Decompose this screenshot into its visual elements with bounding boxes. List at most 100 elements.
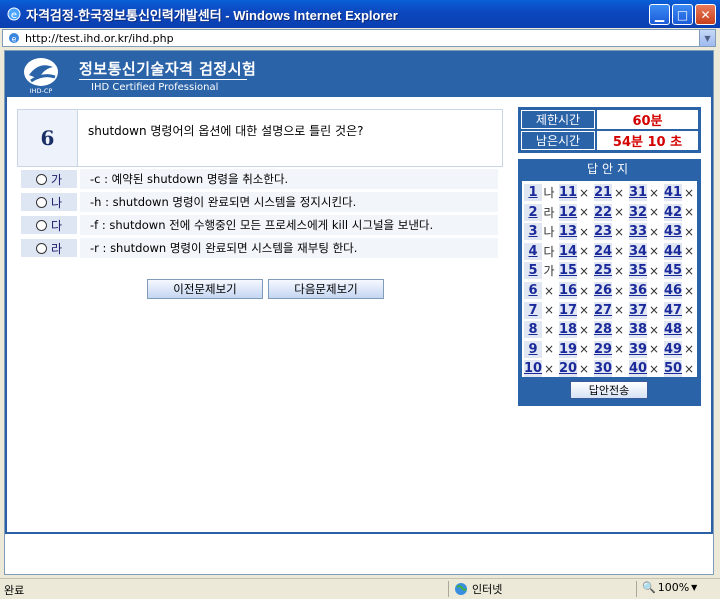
next-question-button[interactable]: 다음문제보기 <box>268 279 384 299</box>
answer-cell[interactable]: 11 × <box>559 183 593 202</box>
answer-number-link[interactable]: 48 <box>664 321 682 339</box>
answer-number-link[interactable]: 6 <box>524 282 542 299</box>
answer-cell[interactable]: 49 × <box>664 340 698 359</box>
answer-number-link[interactable]: 24 <box>594 242 612 260</box>
answer-cell[interactable]: 48 × <box>664 320 698 339</box>
answer-number-link[interactable]: 30 <box>594 360 612 378</box>
answer-number-link[interactable]: 50 <box>664 360 682 378</box>
answer-cell[interactable]: 50 × <box>664 359 698 378</box>
answer-number-link[interactable]: 7 <box>524 301 542 319</box>
answer-number-link[interactable]: 5 <box>524 262 542 280</box>
answer-cell[interactable]: 12 × <box>559 203 593 222</box>
answer-cell[interactable]: 16 × <box>559 281 593 300</box>
answer-cell[interactable]: 6 × <box>524 281 558 300</box>
answer-number-link[interactable]: 37 <box>629 301 647 319</box>
answer-number-link[interactable]: 12 <box>559 203 577 221</box>
answer-number-link[interactable]: 36 <box>629 282 647 299</box>
answer-cell[interactable]: 36 × <box>629 281 663 300</box>
answer-cell[interactable]: 23 × <box>594 222 628 241</box>
answer-cell[interactable]: 31 × <box>629 183 663 202</box>
answer-number-link[interactable]: 1 <box>524 184 542 201</box>
answer-cell[interactable]: 3나 <box>524 222 558 241</box>
option-ga-radio[interactable]: 가 <box>20 169 78 189</box>
answer-cell[interactable]: 15 × <box>559 261 593 280</box>
answer-number-link[interactable]: 32 <box>629 203 647 221</box>
answer-cell[interactable]: 27 × <box>594 301 628 320</box>
answer-cell[interactable]: 18 × <box>559 320 593 339</box>
answer-cell[interactable]: 9 × <box>524 340 558 359</box>
answer-cell[interactable]: 47 × <box>664 301 698 320</box>
answer-cell[interactable]: 17 × <box>559 301 593 320</box>
answer-cell[interactable]: 46 × <box>664 281 698 300</box>
answer-cell[interactable]: 45 × <box>664 261 698 280</box>
answer-number-link[interactable]: 28 <box>594 321 612 339</box>
answer-number-link[interactable]: 45 <box>664 262 682 280</box>
answer-number-link[interactable]: 18 <box>559 321 577 339</box>
answer-cell[interactable]: 26 × <box>594 281 628 300</box>
answer-cell[interactable]: 32 × <box>629 203 663 222</box>
answer-number-link[interactable]: 25 <box>594 262 612 280</box>
answer-number-link[interactable]: 14 <box>559 242 577 260</box>
answer-number-link[interactable]: 47 <box>664 301 682 319</box>
answer-cell[interactable]: 34 × <box>629 242 663 261</box>
submit-answers-button[interactable]: 답안전송 <box>570 381 648 399</box>
answer-cell[interactable]: 4다 <box>524 242 558 261</box>
answer-cell[interactable]: 43 × <box>664 222 698 241</box>
window-titlebar[interactable]: e 자격검정-한국정보통신인력개발센터 - Windows Internet E… <box>0 0 720 28</box>
answer-number-link[interactable]: 38 <box>629 321 647 339</box>
answer-number-link[interactable]: 42 <box>664 203 682 221</box>
answer-number-link[interactable]: 11 <box>559 184 577 201</box>
answer-cell[interactable]: 22 × <box>594 203 628 222</box>
answer-number-link[interactable]: 34 <box>629 242 647 260</box>
address-dropdown-button[interactable]: ▼ <box>699 30 715 46</box>
minimize-button[interactable]: ▁ <box>649 4 670 25</box>
answer-number-link[interactable]: 2 <box>524 203 542 221</box>
answer-number-link[interactable]: 10 <box>524 360 542 378</box>
prev-question-button[interactable]: 이전문제보기 <box>147 279 263 299</box>
answer-number-link[interactable]: 44 <box>664 242 682 260</box>
answer-cell[interactable]: 20 × <box>559 359 593 378</box>
answer-cell[interactable]: 5가 <box>524 261 558 280</box>
answer-cell[interactable]: 1나 <box>524 183 558 202</box>
answer-number-link[interactable]: 41 <box>664 184 682 201</box>
option-na-radio[interactable]: 나 <box>20 192 78 212</box>
answer-number-link[interactable]: 49 <box>664 340 682 358</box>
answer-number-link[interactable]: 40 <box>629 360 647 378</box>
answer-cell[interactable]: 8 × <box>524 320 558 339</box>
option-da-radio[interactable]: 다 <box>20 215 78 235</box>
answer-number-link[interactable]: 17 <box>559 301 577 319</box>
answer-cell[interactable]: 29 × <box>594 340 628 359</box>
zoom-control[interactable]: 🔍 100% ▼ <box>642 581 697 594</box>
close-button[interactable]: ✕ <box>695 4 716 25</box>
answer-number-link[interactable]: 21 <box>594 184 612 201</box>
answer-number-link[interactable]: 27 <box>594 301 612 319</box>
answer-number-link[interactable]: 3 <box>524 223 542 241</box>
answer-number-link[interactable]: 19 <box>559 340 577 358</box>
answer-cell[interactable]: 35 × <box>629 261 663 280</box>
answer-number-link[interactable]: 33 <box>629 223 647 241</box>
answer-cell[interactable]: 44 × <box>664 242 698 261</box>
answer-number-link[interactable]: 4 <box>524 242 542 260</box>
answer-number-link[interactable]: 22 <box>594 203 612 221</box>
answer-number-link[interactable]: 46 <box>664 282 682 299</box>
address-field[interactable]: e http://test.ihd.or.kr/ihd.php ▼ <box>2 29 716 47</box>
answer-cell[interactable]: 39 × <box>629 340 663 359</box>
answer-cell[interactable]: 25 × <box>594 261 628 280</box>
answer-number-link[interactable]: 23 <box>594 223 612 241</box>
maximize-button[interactable]: □ <box>672 4 693 25</box>
option-ra-radio[interactable]: 라 <box>20 238 78 258</box>
answer-number-link[interactable]: 13 <box>559 223 577 241</box>
answer-number-link[interactable]: 8 <box>524 321 542 339</box>
answer-cell[interactable]: 38 × <box>629 320 663 339</box>
answer-cell[interactable]: 33 × <box>629 222 663 241</box>
answer-cell[interactable]: 13 × <box>559 222 593 241</box>
security-zone[interactable]: 인터넷 <box>454 581 502 597</box>
answer-cell[interactable]: 40 × <box>629 359 663 378</box>
answer-cell[interactable]: 7 × <box>524 301 558 320</box>
answer-cell[interactable]: 30 × <box>594 359 628 378</box>
answer-cell[interactable]: 19 × <box>559 340 593 359</box>
answer-cell[interactable]: 37 × <box>629 301 663 320</box>
answer-cell[interactable]: 42 × <box>664 203 698 222</box>
answer-number-link[interactable]: 29 <box>594 340 612 358</box>
answer-cell[interactable]: 2라 <box>524 203 558 222</box>
